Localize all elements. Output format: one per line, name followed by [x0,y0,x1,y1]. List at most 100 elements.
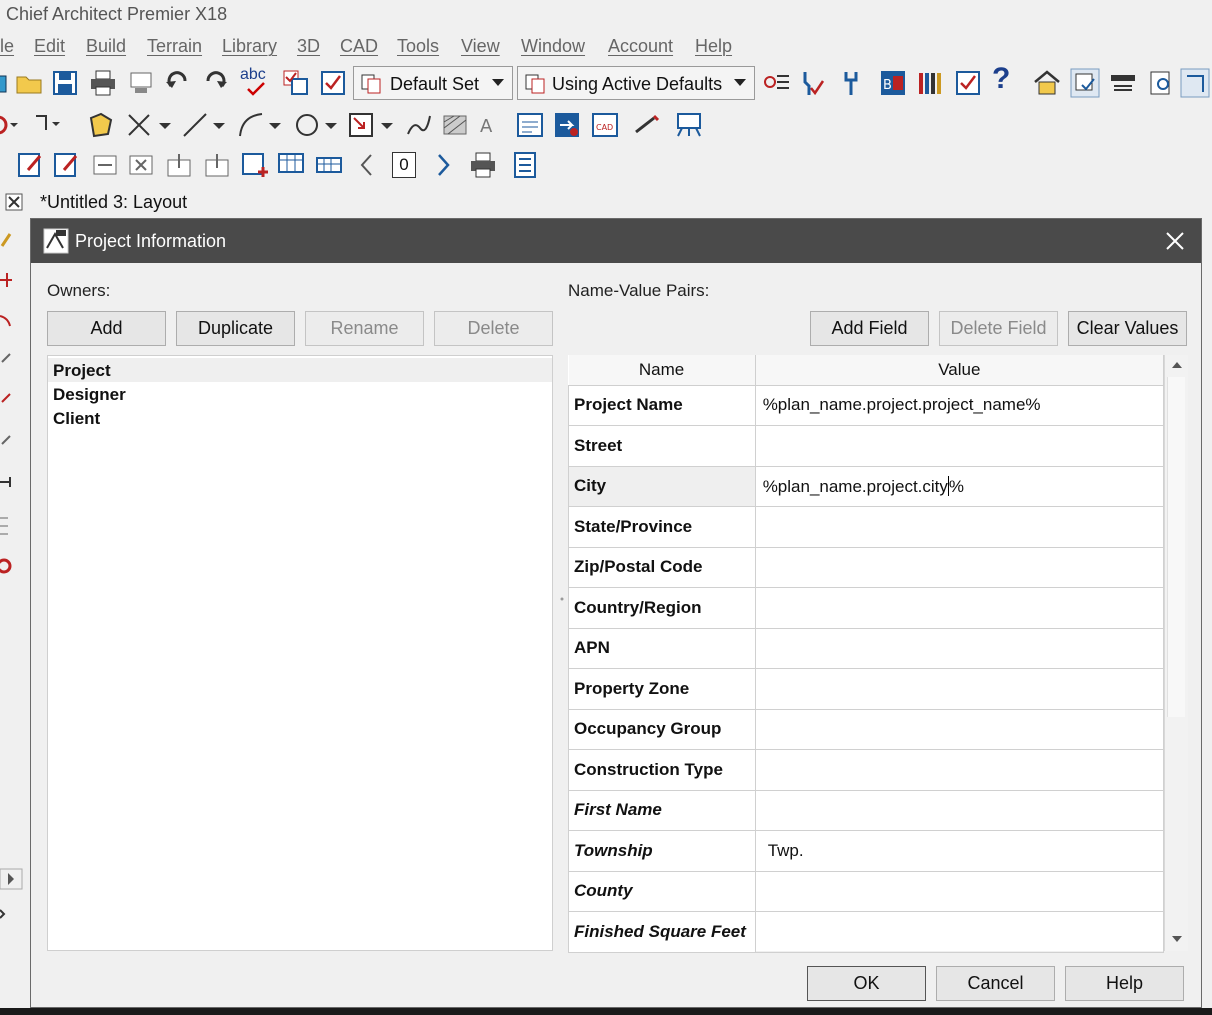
document-title[interactable]: *Untitled 3: Layout [40,192,187,213]
menu-edit[interactable]: Edit [34,36,65,57]
owner-item-project[interactable]: Project [48,358,552,382]
arc-draw-icon[interactable] [236,110,266,140]
delete-owner-button[interactable]: Delete [434,311,553,346]
table-row[interactable]: Occupancy Group [568,708,1165,750]
house-icon[interactable] [1032,68,1062,98]
field-value[interactable] [754,546,1165,588]
default-set-dropdown[interactable]: Default Set [353,66,513,100]
table-row[interactable]: County [568,870,1165,912]
field-value[interactable] [754,627,1165,669]
add-field-button[interactable]: Add Field [810,311,929,346]
close-tab-icon[interactable] [5,193,23,211]
column-header-value[interactable]: Value [755,355,1165,386]
layer-display-icon[interactable] [1180,68,1210,98]
page-number-field[interactable]: 0 [392,152,416,178]
table-row[interactable]: Property Zone [568,668,1165,710]
spline-tool-icon[interactable] [404,110,434,140]
field-value[interactable] [754,789,1165,831]
polyline-tool-icon[interactable] [32,110,62,140]
fill-tool-icon[interactable] [440,110,470,140]
field-value[interactable] [754,668,1165,710]
field-value[interactable] [754,749,1165,791]
ok-button[interactable]: OK [807,966,926,1001]
redo-icon[interactable] [200,68,230,98]
field-value[interactable] [754,708,1165,750]
table-row[interactable]: State/Province [568,506,1165,548]
box-arrow-tool-icon[interactable] [346,110,376,140]
edit-sheet-2-icon[interactable] [52,150,82,180]
tool-d-icon[interactable] [0,904,14,924]
field-value-city[interactable]: %plan_name.project.city% [754,465,1165,507]
preferences-wrench-icon[interactable] [797,68,827,98]
tool-c-icon[interactable] [0,430,14,450]
panel-splitter[interactable] [560,579,564,619]
field-value[interactable] [754,587,1165,629]
table-row[interactable]: Street [568,425,1165,467]
table-row[interactable]: City %plan_name.project.city% [568,465,1165,507]
previous-page-icon[interactable] [352,150,382,180]
menu-window[interactable]: Window [521,36,585,57]
field-value[interactable] [754,506,1165,548]
revision-icon[interactable] [240,150,270,180]
line-tool-icon[interactable] [180,110,210,140]
menu-account[interactable]: Account [608,36,673,57]
plot-list-icon[interactable] [510,150,540,180]
undo-icon[interactable] [163,68,193,98]
menu-help[interactable]: Help [695,36,732,57]
menu-library[interactable]: Library [222,36,277,57]
scroll-down-icon[interactable] [1170,933,1184,945]
spell-check-icon[interactable]: abc [240,66,270,96]
save-icon[interactable] [50,68,80,98]
shape-tool-icon[interactable] [86,110,116,140]
vertical-scrollbar[interactable] [1164,355,1188,951]
tool-wrench-icon[interactable] [836,68,866,98]
print-icon[interactable] [88,68,118,98]
help-question-icon[interactable]: ? [992,62,1022,95]
bp-icon[interactable]: B [878,68,908,98]
chevron-down-icon[interactable] [376,110,406,140]
clear-values-button[interactable]: Clear Values [1068,311,1187,346]
owner-item-client[interactable]: Client [48,406,552,430]
arc-point-icon[interactable] [0,310,14,330]
pencil-icon[interactable] [0,230,12,250]
field-value[interactable] [754,425,1165,467]
field-value[interactable]: Twp. [754,830,1165,872]
tool-b-icon[interactable] [0,388,14,408]
next-page-icon[interactable] [428,150,458,180]
menu-terrain[interactable]: Terrain [147,36,202,57]
column-header-name[interactable]: Name [568,355,756,386]
menu-3d[interactable]: 3D [297,36,320,57]
menu-view[interactable]: View [461,36,500,57]
owner-item-designer[interactable]: Designer [48,382,552,406]
sheet-icon[interactable] [515,110,545,140]
sheet-in-icon[interactable] [90,150,120,180]
field-value[interactable]: %plan_name.project.project_name% [754,384,1165,426]
scrollbar-thumb[interactable] [1167,377,1185,717]
chevron-down-icon[interactable] [264,110,294,140]
duplicate-owner-button[interactable]: Duplicate [176,311,295,346]
scroll-up-icon[interactable] [1170,359,1184,371]
target-icon[interactable] [0,556,14,576]
open-folder-icon[interactable] [14,68,44,98]
rename-owner-button[interactable]: Rename [305,311,424,346]
send-to-layout-icon[interactable] [552,110,582,140]
table-row[interactable]: Project Name %plan_name.project.project_… [568,384,1165,426]
markup-icon[interactable] [632,110,662,140]
print-layout-icon[interactable] [468,150,498,180]
owners-list[interactable]: Project Designer Client [47,355,553,951]
cancel-button[interactable]: Cancel [936,966,1055,1001]
cad-block-icon[interactable]: CAD [590,110,620,140]
revision-table-icon[interactable] [276,150,306,180]
expand-arrow-icon[interactable] [0,868,24,890]
menu-build[interactable]: Build [86,36,126,57]
library-icon[interactable] [915,68,945,98]
table-row[interactable]: Construction Type [568,749,1165,791]
defaults-list-icon[interactable] [762,68,792,98]
print-zoom-icon[interactable] [1146,68,1176,98]
close-icon[interactable] [1163,229,1187,253]
menu-tools[interactable]: Tools [397,36,439,57]
checklist-dialog-icon[interactable] [953,68,983,98]
table-row[interactable]: APN [568,627,1165,669]
sheet-x-icon[interactable] [126,150,156,180]
sheet-up-icon[interactable] [202,150,232,180]
